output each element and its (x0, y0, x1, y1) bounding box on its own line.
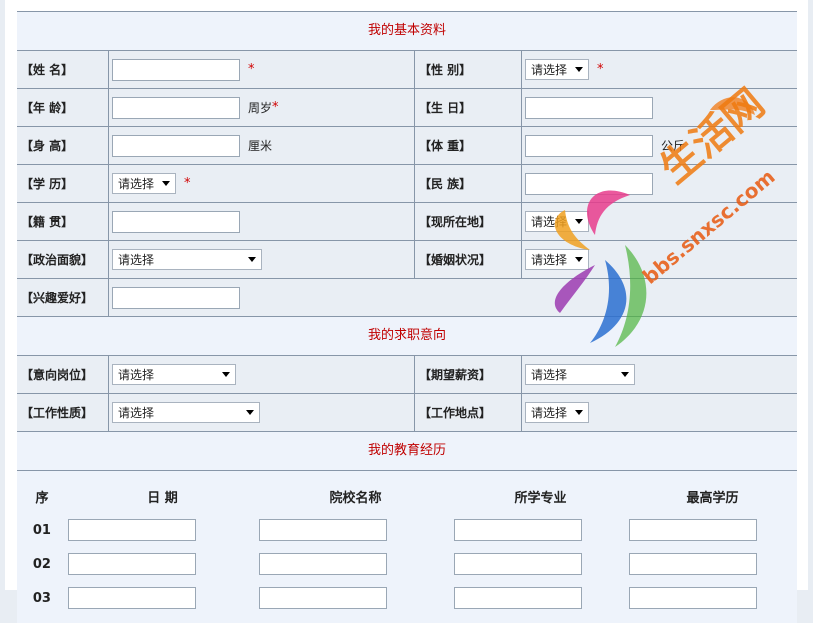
chevron-down-icon (246, 410, 254, 415)
label-name: 【姓 名】 (17, 51, 109, 88)
label-work-place: 【工作地点】 (415, 394, 522, 431)
location-select[interactable]: 请选择 (525, 211, 589, 232)
edu-degree-input[interactable] (628, 519, 757, 541)
label-hobbies: 【兴趣爱好】 (17, 279, 109, 316)
ethnicity-input[interactable] (525, 172, 653, 195)
row-hobbies: 【兴趣爱好】 (17, 279, 797, 317)
section-education-title: 我的教育经历 (17, 432, 797, 471)
required-mark: * (184, 176, 191, 191)
resume-form: 我的基本资料 【姓 名】 * 【性 别】 请选择 * 【年 龄】 周岁 * 【生 … (17, 11, 797, 623)
label-job-type: 【工作性质】 (17, 394, 109, 431)
birthday-input[interactable] (525, 96, 653, 119)
row-jobtype-workplace: 【工作性质】 请选择 【工作地点】 请选择 (17, 394, 797, 432)
label-hometown: 【籍 贯】 (17, 203, 109, 240)
required-mark: * (248, 62, 255, 77)
col-header-degree: 最高学历 (686, 490, 739, 506)
required-mark: * (272, 100, 279, 115)
row-index: 03 (32, 590, 51, 606)
row-position-salary: 【意向岗位】 请选择 【期望薪资】 请选择 (17, 356, 797, 394)
required-mark: * (597, 62, 604, 77)
table-row: 02 (17, 547, 797, 581)
label-age: 【年 龄】 (17, 89, 109, 126)
row-degree-ethnicity: 【学 历】 请选择 * 【民 族】 (17, 165, 797, 203)
weight-input[interactable] (525, 134, 653, 157)
edu-major-input[interactable] (454, 587, 583, 609)
section-basic-title: 我的基本资料 (17, 12, 797, 51)
col-header-date: 日 期 (147, 490, 178, 506)
age-unit: 周岁 (248, 101, 273, 115)
label-location: 【现所在地】 (415, 203, 522, 240)
row-political-marital: 【政治面貌】 请选择 【婚姻状况】 请选择 (17, 241, 797, 279)
edu-date-input[interactable] (67, 553, 196, 575)
label-marital: 【婚姻状况】 (415, 241, 522, 278)
edu-date-input[interactable] (67, 519, 196, 541)
hobbies-input[interactable] (112, 286, 240, 309)
hometown-input[interactable] (112, 210, 240, 233)
education-table: 序 日 期 院校名称 所学专业 最高学历 01 02 03 (17, 471, 797, 623)
weight-unit: 公斤 (661, 139, 686, 153)
edu-major-input[interactable] (454, 553, 583, 575)
edu-degree-input[interactable] (628, 587, 757, 609)
political-select[interactable]: 请选择 (112, 249, 262, 270)
edu-date-input[interactable] (67, 587, 196, 609)
label-degree: 【学 历】 (17, 165, 109, 202)
row-index: 02 (32, 556, 51, 572)
col-header-major: 所学专业 (514, 490, 567, 506)
chevron-down-icon (575, 257, 583, 262)
row-name-gender: 【姓 名】 * 【性 别】 请选择 * (17, 51, 797, 89)
chevron-down-icon (162, 181, 170, 186)
edu-school-input[interactable] (259, 587, 388, 609)
marital-select[interactable]: 请选择 (525, 249, 589, 270)
height-input[interactable] (112, 134, 240, 157)
label-height: 【身 高】 (17, 127, 109, 164)
label-salary: 【期望薪资】 (415, 356, 522, 393)
table-row: 01 (17, 513, 797, 547)
label-ethnicity: 【民 族】 (415, 165, 522, 202)
col-header-school: 院校名称 (329, 490, 382, 506)
label-gender: 【性 别】 (415, 51, 522, 88)
chevron-down-icon (248, 257, 256, 262)
row-age-birthday: 【年 龄】 周岁 * 【生 日】 (17, 89, 797, 127)
table-row: 03 (17, 581, 797, 615)
work-place-select[interactable]: 请选择 (525, 402, 589, 423)
chevron-down-icon (575, 410, 583, 415)
age-input[interactable] (112, 96, 240, 119)
label-birthday: 【生 日】 (415, 89, 522, 126)
degree-select[interactable]: 请选择 (112, 173, 176, 194)
label-weight: 【体 重】 (415, 127, 522, 164)
row-height-weight: 【身 高】 厘米 【体 重】 公斤 (17, 127, 797, 165)
label-political: 【政治面貌】 (17, 241, 109, 278)
label-position: 【意向岗位】 (17, 356, 109, 393)
row-index: 01 (32, 522, 51, 538)
edu-school-input[interactable] (259, 519, 388, 541)
edu-major-input[interactable] (454, 519, 583, 541)
chevron-down-icon (222, 372, 230, 377)
chevron-down-icon (575, 219, 583, 224)
edu-degree-input[interactable] (628, 553, 757, 575)
row-hometown-location: 【籍 贯】 【现所在地】 请选择 (17, 203, 797, 241)
chevron-down-icon (575, 67, 583, 72)
height-unit: 厘米 (248, 139, 273, 153)
col-header-index: 序 (35, 490, 49, 506)
gender-select[interactable]: 请选择 (525, 59, 589, 80)
job-type-select[interactable]: 请选择 (112, 402, 260, 423)
edu-school-input[interactable] (259, 553, 388, 575)
position-select[interactable]: 请选择 (112, 364, 236, 385)
name-input[interactable] (112, 58, 240, 81)
salary-select[interactable]: 请选择 (525, 364, 635, 385)
education-table-header: 序 日 期 院校名称 所学专业 最高学历 (17, 479, 797, 513)
section-intent-title: 我的求职意向 (17, 317, 797, 356)
chevron-down-icon (621, 372, 629, 377)
